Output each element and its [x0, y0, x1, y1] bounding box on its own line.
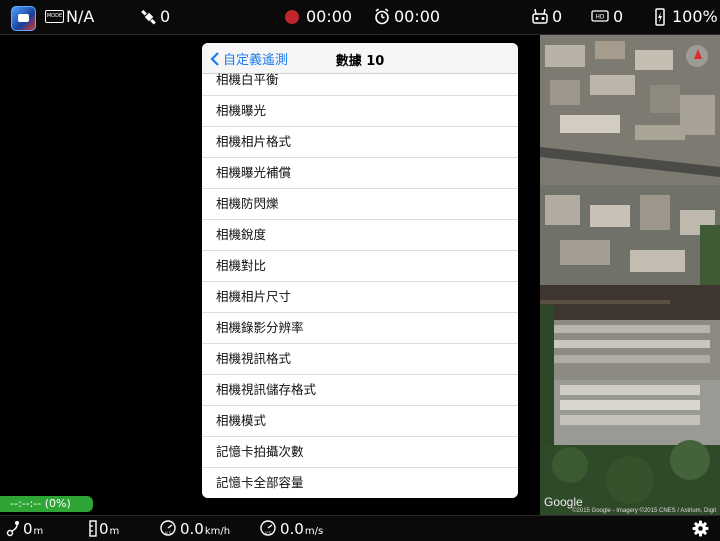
svg-text:HD: HD [595, 14, 605, 21]
flight-mode-value: N/A [66, 7, 95, 26]
google-logo: Google [544, 495, 583, 509]
popover-title: 數據 10 [335, 54, 385, 69]
vertical-speed-icon: V.S [260, 520, 276, 536]
list-item[interactable]: 相機模式 [202, 406, 518, 437]
record-icon [285, 10, 299, 24]
list-item[interactable]: 相機視訊儲存格式 [202, 375, 518, 406]
altitude-readout: 0m [99, 520, 119, 538]
horizontal-speed-icon: H.S [160, 520, 176, 536]
list-item[interactable]: 記憶卡拍攝次數 [202, 437, 518, 468]
list-item[interactable]: 相機白平衡 [202, 73, 518, 96]
v-speed-value: 0.0 [280, 520, 304, 538]
list-item[interactable]: 相機防閃爍 [202, 189, 518, 220]
v-speed-unit: m/s [304, 526, 324, 537]
popover-header: 自定義遙測 數據 10 [202, 43, 518, 74]
gear-icon[interactable] [692, 520, 709, 537]
satellite-count: 0 [160, 7, 171, 26]
map-attribution: ©2015 Google - Imagery ©2015 CNES / Astr… [572, 508, 716, 514]
altitude-value: 0 [99, 520, 109, 538]
map-compass-icon[interactable] [686, 45, 708, 67]
svg-text:V.S: V.S [265, 531, 271, 536]
app-logo-icon[interactable] [11, 6, 36, 31]
satellite-map[interactable]: Google ©2015 Google - Imagery ©2015 CNES… [540, 35, 720, 515]
list-item[interactable]: 記憶卡全部容量 [202, 468, 518, 498]
record-time: 00:00 [306, 7, 353, 26]
flight-progress-badge: --:--:-- (0%) [0, 496, 93, 512]
telemetry-bar: 0m 0m H.S 0.0 km/h V.S 0.0 m/s [0, 515, 720, 541]
telemetry-data-popover: 自定義遙測 數據 10 相機白平衡 相機曝光 相機相片格式 相機曝光補償 相機防… [202, 43, 518, 498]
list-item[interactable]: 相機相片格式 [202, 127, 518, 158]
list-item[interactable]: 相機曝光 [202, 96, 518, 127]
hd-signal-value: 0 [613, 7, 624, 26]
list-item[interactable]: 相機對比 [202, 251, 518, 282]
list-item[interactable]: 相機曝光補償 [202, 158, 518, 189]
status-bar: MODE N/A 0 00:00 00:00 0 HD 0 100% [0, 0, 720, 35]
svg-text:H.S: H.S [165, 531, 172, 536]
hd-video-signal-icon: HD [591, 10, 609, 22]
horizontal-speed-readout: 0.0 km/h [180, 520, 230, 538]
altitude-unit: m [109, 526, 120, 537]
altitude-icon [89, 520, 97, 537]
timer-time: 00:00 [394, 7, 441, 26]
h-speed-value: 0.0 [180, 520, 204, 538]
timer-icon [375, 8, 389, 25]
data-option-list: 相機白平衡 相機曝光 相機相片格式 相機曝光補償 相機防閃爍 相機銳度 相機對比… [202, 73, 518, 498]
battery-percent: 100% [672, 7, 718, 26]
flight-mode-icon: MODE [45, 10, 64, 23]
list-item[interactable]: 相機視訊格式 [202, 344, 518, 375]
list-item[interactable]: 相機錄影分辨率 [202, 313, 518, 344]
list-item[interactable]: 相機相片尺寸 [202, 282, 518, 313]
distance-unit: m [33, 526, 44, 537]
distance-value: 0 [23, 520, 33, 538]
vertical-speed-readout: 0.0 m/s [280, 520, 323, 538]
remote-controller-icon [532, 9, 548, 24]
satellite-icon [141, 9, 156, 25]
distance-icon [6, 521, 19, 537]
distance-readout: 0m [23, 520, 43, 538]
list-item[interactable]: 相機銳度 [202, 220, 518, 251]
battery-icon [655, 8, 665, 26]
rc-signal-value: 0 [552, 7, 563, 26]
map-imagery [540, 35, 720, 515]
h-speed-unit: km/h [204, 526, 231, 537]
